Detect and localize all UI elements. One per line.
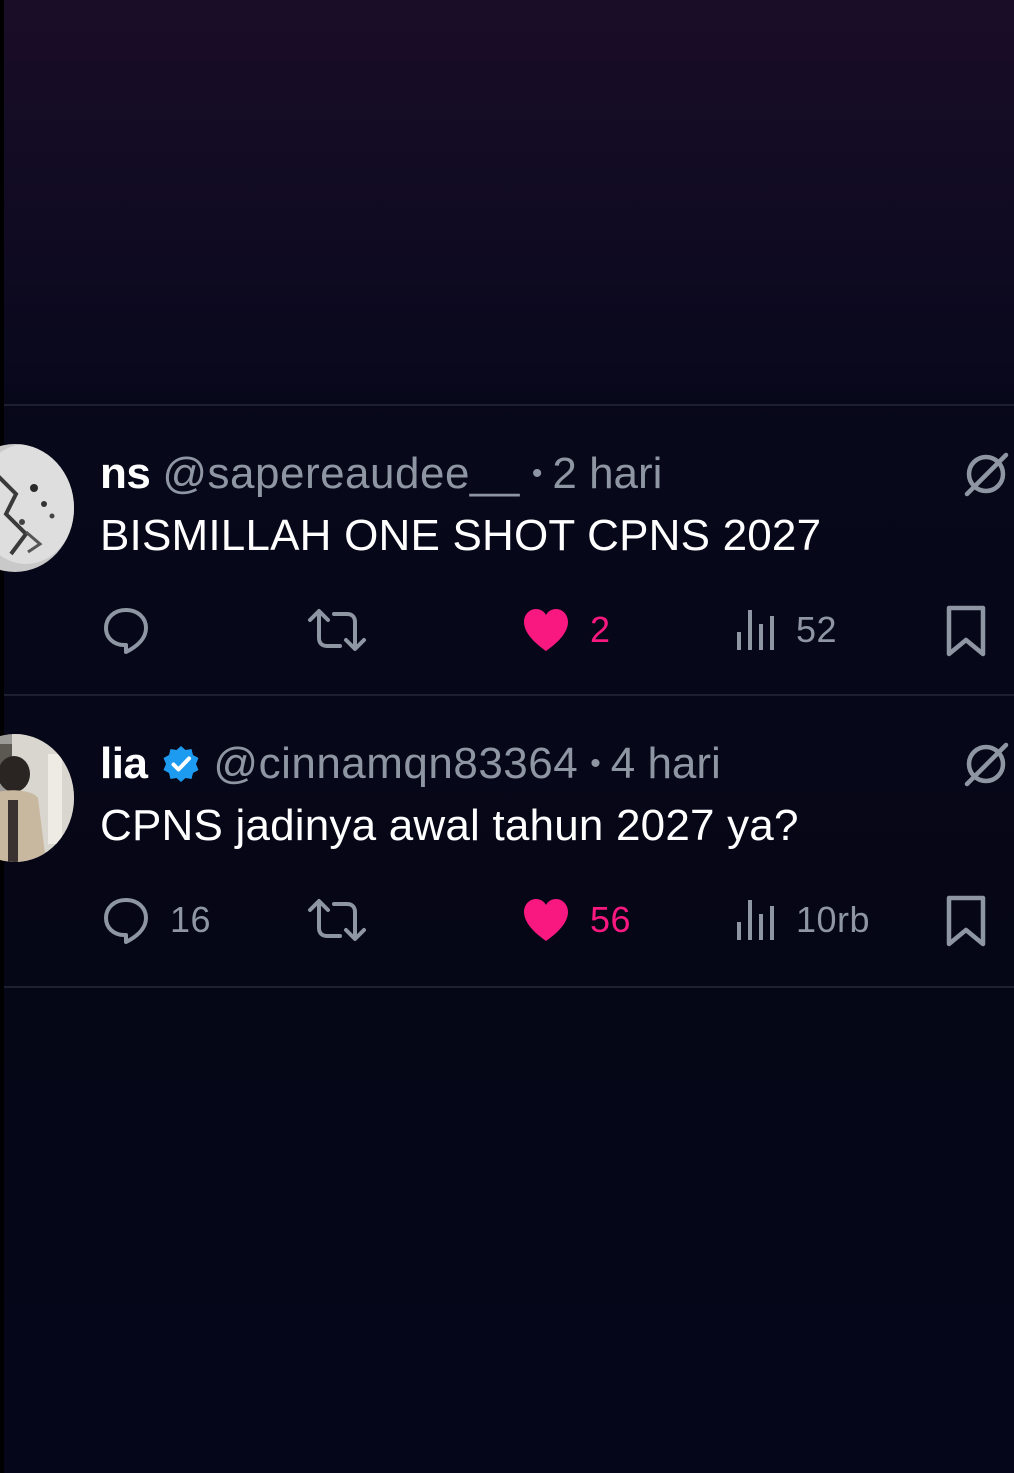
repost-icon	[308, 609, 366, 651]
reply-button[interactable]	[100, 604, 170, 656]
reply-icon	[104, 898, 148, 944]
handle[interactable]: @sapereaudee__	[162, 446, 520, 502]
views-count: 10rb	[796, 899, 871, 940]
like-count: 56	[590, 899, 632, 940]
like-button[interactable]: 56	[520, 894, 631, 946]
views-bar-chart-icon	[737, 610, 774, 650]
divider-bottom	[4, 986, 1014, 988]
heart-filled-icon	[524, 609, 568, 651]
like-count: 2	[590, 609, 611, 650]
bookmark-button[interactable]	[944, 604, 988, 658]
views-button[interactable]: 10rb	[734, 894, 870, 946]
like-button[interactable]: 2	[520, 604, 611, 656]
views-button[interactable]: 52	[734, 604, 837, 656]
post-text: CPNS jadinya awal tahun 2027 ya?	[100, 801, 799, 850]
post-2[interactable]: lia @cinnamqn83364 • 4 hari CPNS jadinya…	[0, 696, 1014, 986]
repost-button[interactable]	[306, 604, 386, 656]
avatar[interactable]	[0, 444, 76, 572]
reply-button[interactable]: 16	[100, 894, 211, 946]
display-name[interactable]: lia	[100, 736, 148, 792]
bookmark-icon	[946, 895, 986, 947]
verified-badge-icon[interactable]	[161, 744, 201, 784]
post-1[interactable]: ns @sapereaudee__ • 2 hari BISMILLAH ONE…	[0, 406, 1014, 694]
handle[interactable]: @cinnamqn83364	[213, 736, 578, 792]
grok-icon[interactable]	[962, 450, 1010, 498]
post-header: ns @sapereaudee__ • 2 hari	[100, 446, 662, 502]
display-name[interactable]: ns	[100, 446, 151, 502]
timestamp[interactable]: 4 hari	[611, 736, 721, 792]
reply-count: 16	[170, 899, 212, 940]
post-header: lia @cinnamqn83364 • 4 hari	[100, 736, 721, 792]
views-bar-chart-icon	[737, 900, 774, 940]
avatar[interactable]	[0, 734, 76, 862]
timestamp[interactable]: 2 hari	[552, 446, 662, 502]
separator-dot: •	[531, 457, 543, 490]
heart-filled-icon	[524, 899, 568, 941]
bookmark-button[interactable]	[944, 894, 988, 948]
bookmark-icon	[946, 605, 986, 657]
repost-icon	[308, 899, 366, 941]
repost-button[interactable]	[306, 894, 386, 946]
grok-icon[interactable]	[962, 740, 1010, 788]
post-text: BISMILLAH ONE SHOT CPNS 2027	[100, 511, 822, 560]
views-count: 52	[796, 609, 838, 650]
separator-dot: •	[590, 747, 601, 780]
reply-icon	[104, 608, 148, 654]
